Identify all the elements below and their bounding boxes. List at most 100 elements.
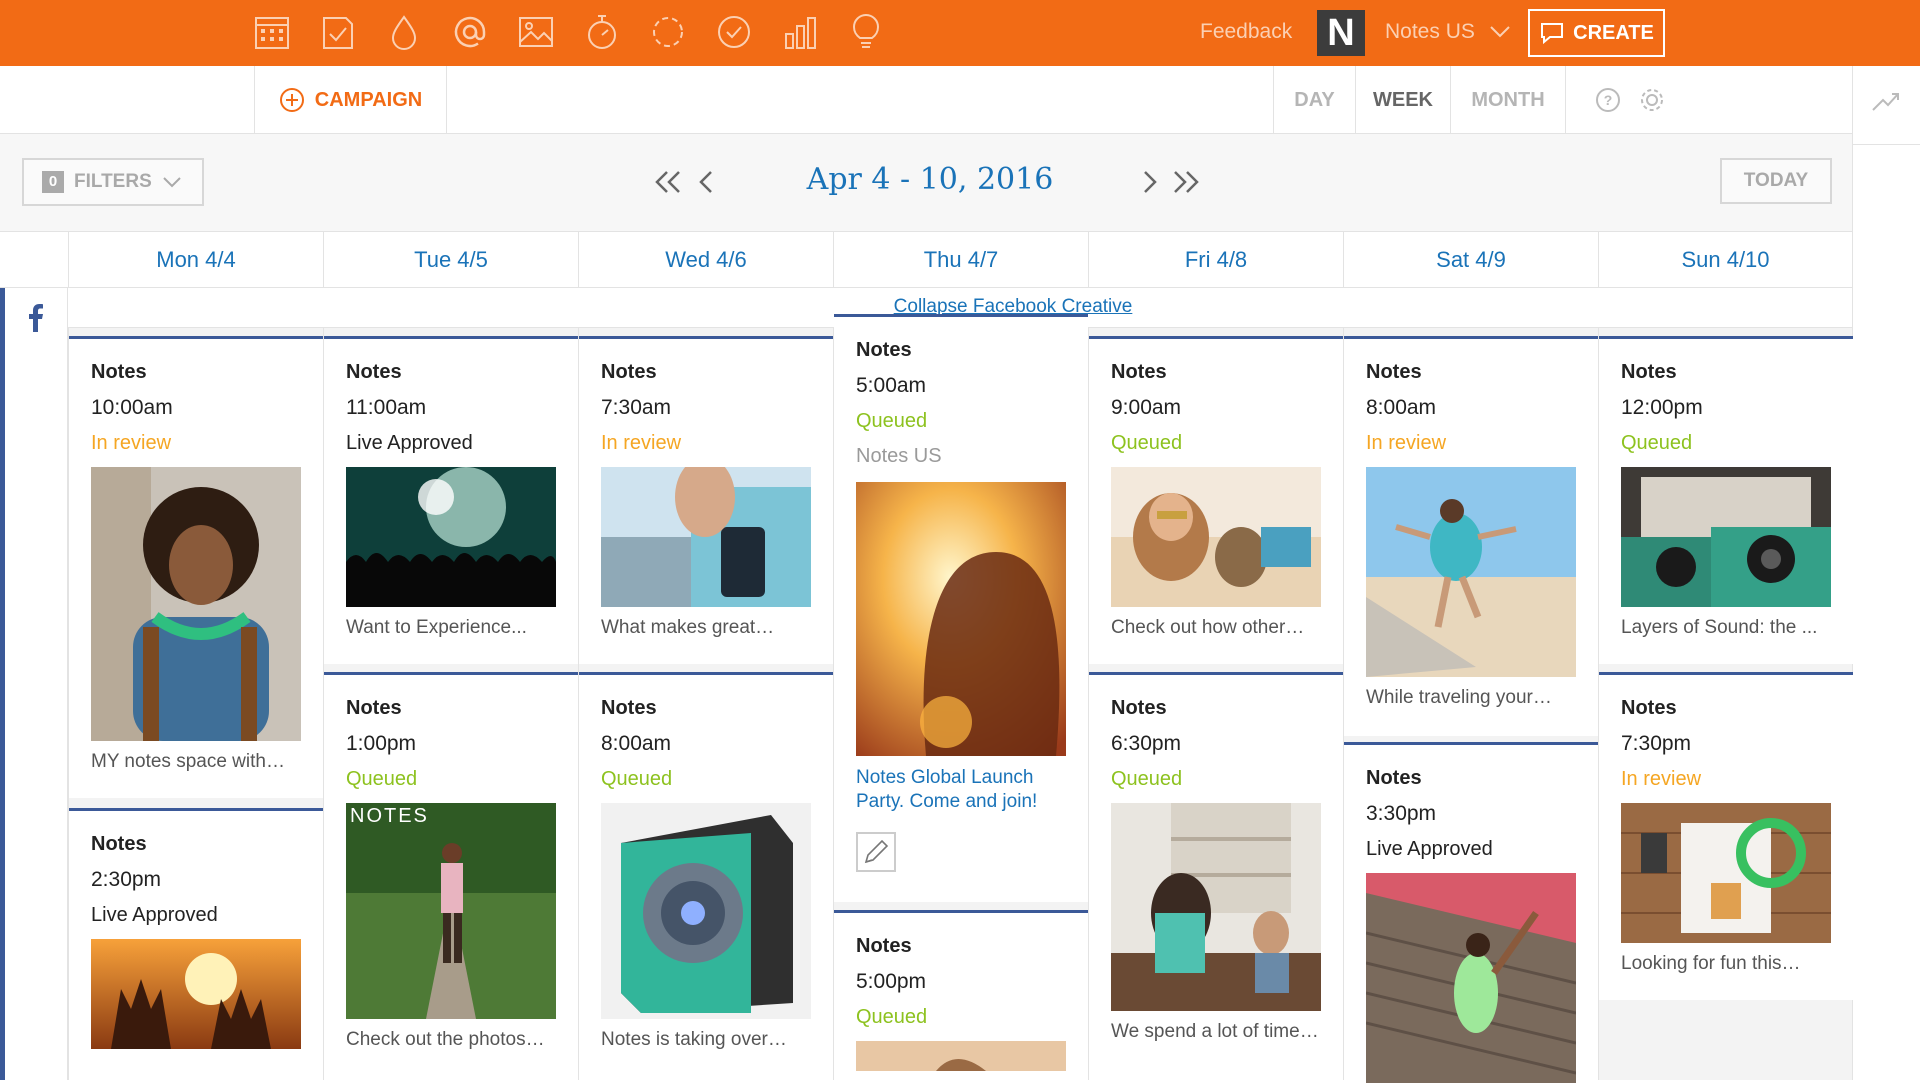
day-column-mon: Notes 10:00am In review MY notes space w… <box>68 328 323 1080</box>
double-chevron-left-icon[interactable] <box>650 164 686 200</box>
post-image[interactable]: NOTES <box>346 803 556 1019</box>
feedback-link[interactable]: Feedback <box>1200 20 1292 44</box>
trend-icon[interactable] <box>1871 90 1901 114</box>
post-status: Live Approved <box>346 432 473 454</box>
account-selector[interactable]: Notes US <box>1385 20 1475 44</box>
post-image[interactable] <box>1366 467 1576 677</box>
post-account: Notes <box>1111 697 1167 719</box>
date-range-title: Apr 4 - 10, 2016 <box>806 162 1054 197</box>
post-account: Notes <box>601 361 657 383</box>
post-status: Queued <box>856 1006 928 1028</box>
post-time: 5:00pm <box>856 970 927 993</box>
double-chevron-right-icon[interactable] <box>1168 164 1204 200</box>
pencil-icon <box>864 839 889 864</box>
filters-label: FILTERS <box>74 171 152 192</box>
right-rail <box>1852 66 1920 1080</box>
post-image[interactable] <box>1621 803 1831 943</box>
post-image[interactable] <box>601 803 811 1019</box>
edit-button[interactable] <box>856 832 896 872</box>
post-account: Notes <box>856 935 912 957</box>
post-status: Queued <box>1111 768 1183 790</box>
calendar-icon[interactable] <box>252 12 292 52</box>
post-image[interactable] <box>91 467 301 741</box>
post-card[interactable]: Notes 9:00am Queued Check out how other… <box>1089 336 1343 664</box>
sub-header: CAMPAIGN DAY WEEK MONTH ? <box>0 66 1852 134</box>
chevron-down-icon[interactable] <box>1488 20 1512 44</box>
mention-icon[interactable] <box>450 12 490 52</box>
refresh-icon[interactable] <box>648 12 688 52</box>
post-time: 12:00pm <box>1621 396 1703 419</box>
post-card[interactable]: Notes 5:00pm Queued <box>834 910 1088 1080</box>
post-status: Live Approved <box>1366 838 1493 860</box>
post-image[interactable] <box>346 467 556 607</box>
post-card[interactable]: Notes 7:30pm In review Looking for fun t… <box>1599 672 1853 1000</box>
post-status: Queued <box>346 768 418 790</box>
campaign-button[interactable]: CAMPAIGN <box>254 66 447 134</box>
post-caption: Looking for fun this… <box>1621 953 1801 974</box>
create-button[interactable]: CREATE <box>1528 9 1665 57</box>
post-status: Live Approved <box>91 904 218 926</box>
day-column-tue: Notes 11:00am Live Approved Want to Expe… <box>323 328 578 1080</box>
post-status: In review <box>1621 768 1702 790</box>
post-image[interactable] <box>1111 803 1321 1011</box>
post-status: In review <box>601 432 682 454</box>
tab-month[interactable]: MONTH <box>1450 66 1566 134</box>
post-card[interactable]: Notes 6:30pm Queued We spend a lot of ti… <box>1089 672 1343 1080</box>
post-image[interactable] <box>1366 873 1576 1083</box>
post-card[interactable]: Notes 2:30pm Live Approved <box>69 808 323 1080</box>
svg-text:?: ? <box>1604 92 1613 108</box>
day-column-sat: Notes 8:00am In review While traveling y… <box>1343 328 1598 1083</box>
post-account: Notes <box>91 833 147 855</box>
post-image[interactable] <box>856 1041 1066 1071</box>
post-account: Notes <box>346 361 402 383</box>
post-time: 8:00am <box>1366 396 1437 419</box>
post-time: 5:00am <box>856 374 927 397</box>
post-caption: What makes great… <box>601 617 775 638</box>
image-icon[interactable] <box>516 12 556 52</box>
post-card[interactable]: Notes 8:00am Queued Notes is taking over… <box>579 672 833 1080</box>
post-caption[interactable]: Notes Global Launch Party. Come and join… <box>856 766 1066 814</box>
post-card[interactable]: Notes 3:30pm Live Approved <box>1344 742 1598 1083</box>
post-image[interactable] <box>1111 467 1321 607</box>
create-button-label: CREATE <box>1573 21 1654 44</box>
post-card[interactable]: Notes 10:00am In review MY notes space w… <box>69 336 323 798</box>
post-status: Queued <box>856 410 928 432</box>
post-status: Queued <box>1111 432 1183 454</box>
facebook-icon[interactable] <box>24 302 46 332</box>
gear-icon[interactable] <box>1638 86 1666 114</box>
post-card[interactable]: Notes 5:00am Queued Notes US Notes Globa… <box>834 314 1088 902</box>
day-column-sun: Notes 12:00pm Queued Layers of Sound: th… <box>1598 328 1853 1080</box>
post-image[interactable] <box>1621 467 1831 607</box>
post-time: 9:00am <box>1111 396 1182 419</box>
post-card[interactable]: Notes 8:00am In review While traveling y… <box>1344 336 1598 736</box>
post-image[interactable] <box>601 467 811 607</box>
chevron-right-icon[interactable] <box>1132 164 1168 200</box>
filters-count-badge: 0 <box>42 171 64 193</box>
post-image[interactable] <box>91 939 301 1049</box>
tab-day[interactable]: DAY <box>1273 66 1355 134</box>
brand-logo: N <box>1317 10 1365 56</box>
post-card[interactable]: Notes 11:00am Live Approved Want to Expe… <box>324 336 578 664</box>
post-caption: While traveling your… <box>1366 687 1552 708</box>
today-button[interactable]: TODAY <box>1720 158 1832 204</box>
chevron-left-icon[interactable] <box>688 164 724 200</box>
post-status: Queued <box>1621 432 1693 454</box>
stopwatch-icon[interactable] <box>582 12 622 52</box>
bar-chart-icon[interactable] <box>780 12 820 52</box>
channel-strip <box>0 288 68 1080</box>
tab-week[interactable]: WEEK <box>1355 66 1450 134</box>
post-card[interactable]: Notes 7:30am In review What makes great… <box>579 336 833 664</box>
help-icon[interactable]: ? <box>1594 86 1622 114</box>
check-circle-icon[interactable] <box>714 12 754 52</box>
post-time: 3:30pm <box>1366 802 1437 825</box>
facebook-channel-bar <box>0 288 5 1080</box>
checklist-icon[interactable] <box>318 12 358 52</box>
post-card[interactable]: Notes 1:00pm Queued NOTES Check out the … <box>324 672 578 1080</box>
filters-button[interactable]: 0 FILTERS <box>22 158 204 206</box>
post-card[interactable]: Notes 12:00pm Queued Layers of Sound: th… <box>1599 336 1853 664</box>
drop-icon[interactable] <box>384 12 424 52</box>
lightbulb-icon[interactable] <box>846 12 886 52</box>
speech-bubble-icon <box>1541 23 1564 45</box>
image-brand-text: NOTES <box>350 805 429 827</box>
post-image[interactable] <box>856 482 1066 756</box>
